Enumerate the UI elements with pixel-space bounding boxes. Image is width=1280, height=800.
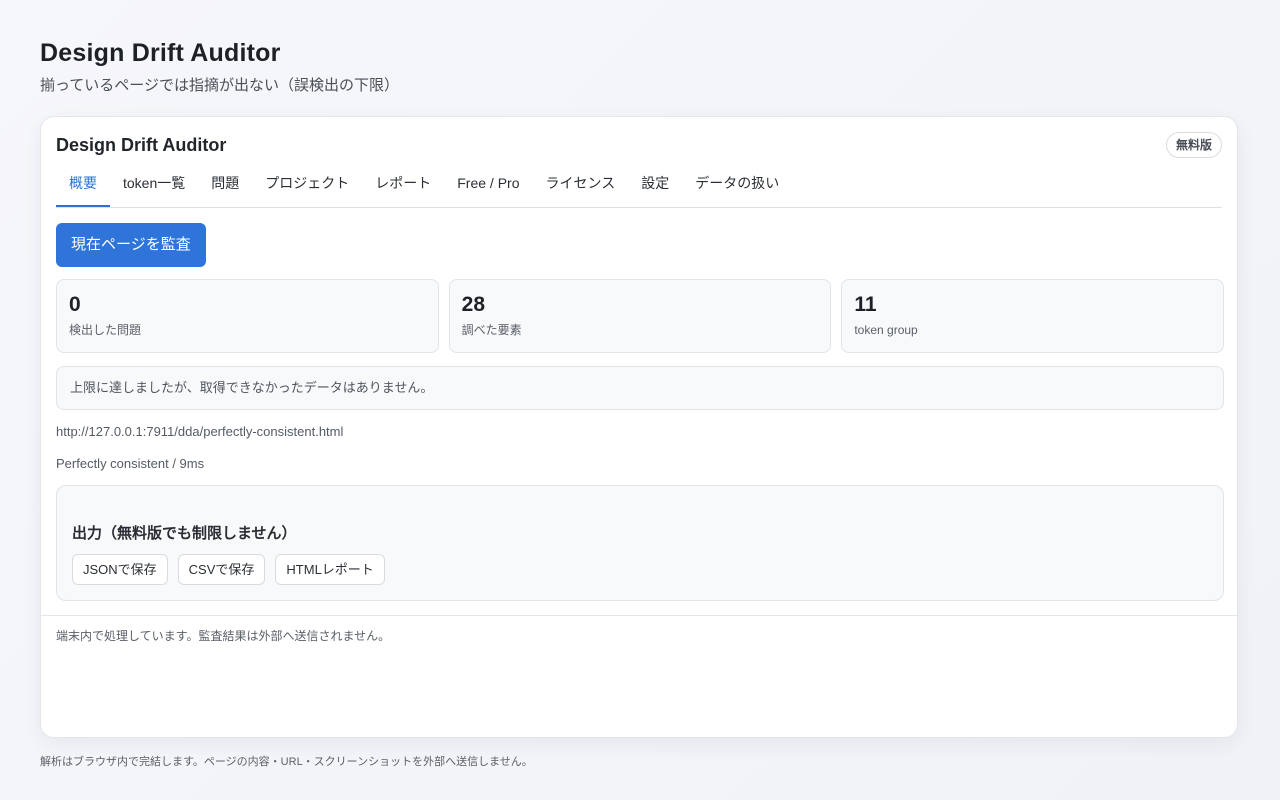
stat-label-issues: 検出した問題 xyxy=(69,323,142,337)
stat-card-token-groups: 11 token group xyxy=(841,279,1225,353)
stat-label-elements: 調べた要素 xyxy=(461,323,522,337)
page-subtitle: 揃っているページでは指摘が出ない（誤検出の下限） xyxy=(40,77,399,94)
panel-divider xyxy=(41,615,1237,616)
export-button-group: JSONで保存 CSVで保存 HTMLレポート xyxy=(72,554,385,585)
tab-issues[interactable]: 問題 xyxy=(198,169,252,207)
tab-settings[interactable]: 設定 xyxy=(628,169,682,207)
save-csv-button[interactable]: CSVで保存 xyxy=(177,554,266,585)
page-footer: 解析はブラウザ内で完結します。ページの内容・URL・スクリーンショットを外部へ送… xyxy=(40,756,533,768)
export-title: 出力（無料版でも制限しません） xyxy=(72,525,297,542)
stat-label-token-groups: token group xyxy=(854,323,918,337)
tab-free-pro[interactable]: Free / Pro xyxy=(444,169,532,207)
export-panel: 出力（無料版でも制限しません） JSONで保存 CSVで保存 HTMLレポート xyxy=(56,485,1224,601)
tab-license[interactable]: ライセンス xyxy=(533,169,629,207)
stat-card-issues: 0 検出した問題 xyxy=(56,279,439,353)
tab-projects[interactable]: プロジェクト xyxy=(252,169,362,207)
auditor-panel: Design Drift Auditor 無料版 概要 token一覧 問題 プ… xyxy=(40,116,1238,738)
stat-value-elements: 28 xyxy=(461,293,486,316)
stat-value-issues: 0 xyxy=(69,293,81,316)
stat-card-elements: 28 調べた要素 xyxy=(448,279,832,353)
html-report-button[interactable]: HTMLレポート xyxy=(275,554,385,585)
page: Design Drift Auditor 揃っているページでは指摘が出ない（誤検… xyxy=(0,0,1280,800)
page-header: Design Drift Auditor 揃っているページでは指摘が出ない（誤検… xyxy=(40,38,399,96)
tab-reports[interactable]: レポート xyxy=(362,169,444,207)
panel-header: Design Drift Auditor 無料版 xyxy=(56,132,1222,161)
plan-badge: 無料版 xyxy=(1165,132,1222,158)
tab-overview[interactable]: 概要 xyxy=(56,169,110,207)
audit-current-page-button[interactable]: 現在ページを監査 xyxy=(56,223,206,267)
page-title: Design Drift Auditor xyxy=(40,39,281,67)
audited-url: http://127.0.0.1:7911/dda/perfectly-cons… xyxy=(56,424,344,439)
panel-title: Design Drift Auditor xyxy=(56,135,227,155)
tab-token-list[interactable]: token一覧 xyxy=(110,169,198,207)
limit-notice: 上限に達しましたが、取得できなかったデータはありません。 xyxy=(56,366,1224,410)
save-json-button[interactable]: JSONで保存 xyxy=(72,554,168,585)
tab-bar: 概要 token一覧 問題 プロジェクト レポート Free / Pro ライセ… xyxy=(56,169,1222,208)
stat-value-token-groups: 11 xyxy=(854,293,877,316)
privacy-note: 端末内で処理しています。監査結果は外部へ送信されません。 xyxy=(56,629,391,643)
tab-data-handling[interactable]: データの扱い xyxy=(682,169,792,207)
stats-row: 0 検出した問題 28 調べた要素 11 token group xyxy=(56,279,1225,353)
audit-result-summary: Perfectly consistent / 9ms xyxy=(56,456,205,471)
